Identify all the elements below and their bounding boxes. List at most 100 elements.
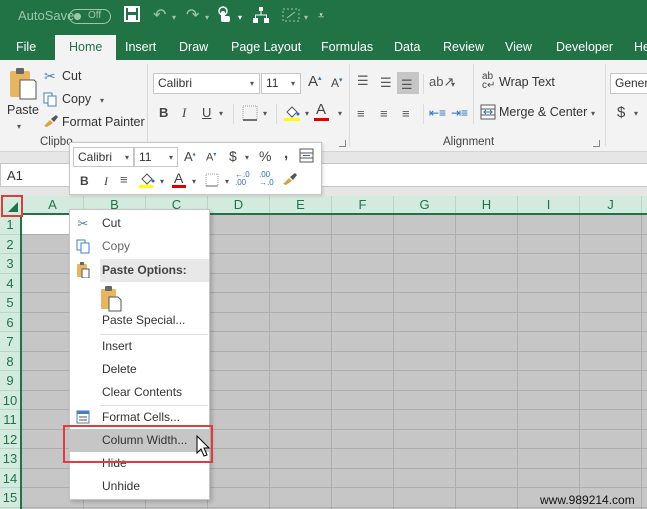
formula-input[interactable]: [300, 163, 647, 187]
wrap-text-button[interactable]: Wrap Text: [499, 75, 555, 89]
customize-qat-icon[interactable]: ⩡: [318, 10, 324, 23]
accounting-format-button[interactable]: $: [617, 104, 625, 121]
paste-button[interactable]: Paste: [7, 103, 39, 117]
save-icon[interactable]: [124, 6, 140, 25]
merge-dropdown-icon[interactable]: ▾: [591, 109, 595, 118]
column-header-e[interactable]: E: [270, 196, 332, 213]
bottom-align-button[interactable]: ☰: [397, 72, 419, 94]
mini-fill-color-icon[interactable]: [139, 171, 155, 191]
italic-button[interactable]: I: [182, 105, 186, 121]
number-format-select[interactable]: Genera: [610, 73, 647, 94]
menu-item-copy[interactable]: Copy: [70, 235, 209, 258]
decrease-indent-icon[interactable]: ⇤≡: [429, 106, 446, 120]
fill-color-icon[interactable]: [283, 103, 301, 124]
column-header-d[interactable]: D: [208, 196, 270, 213]
increase-indent-icon[interactable]: ⇥≡: [451, 106, 468, 120]
row-header-11[interactable]: 11: [0, 410, 20, 430]
format-painter-button[interactable]: Format Painter: [62, 115, 145, 129]
column-header-i[interactable]: I: [518, 196, 580, 213]
tab-help[interactable]: He: [634, 35, 647, 60]
redo-dropdown-icon[interactable]: ▾: [205, 13, 209, 22]
decrease-font-size-icon[interactable]: A▾: [331, 76, 343, 90]
align-right-icon[interactable]: ≡: [402, 106, 410, 121]
mini-bold-button[interactable]: B: [80, 174, 89, 188]
row-header-13[interactable]: 13: [0, 449, 20, 469]
font-color-icon[interactable]: A: [316, 101, 326, 118]
accounting-dropdown-icon[interactable]: ▾: [634, 109, 638, 118]
name-box[interactable]: A1: [0, 163, 70, 187]
mini-currency-dropdown-icon[interactable]: ▾: [245, 153, 249, 162]
tab-draw[interactable]: Draw: [179, 35, 208, 60]
redo-icon[interactable]: ↷: [186, 5, 199, 25]
align-center-icon[interactable]: ≡: [380, 106, 388, 121]
tab-data[interactable]: Data: [394, 35, 420, 60]
menu-item-insert[interactable]: Insert: [70, 335, 209, 358]
row-header-15[interactable]: 15: [0, 488, 20, 508]
menu-item-unhide[interactable]: Unhide: [70, 475, 209, 498]
row-header-6[interactable]: 6: [0, 313, 20, 332]
mini-currency-button[interactable]: $: [229, 148, 237, 164]
mini-increase-decimal-button[interactable]: ←.0 .00: [235, 171, 250, 187]
fill-color-dropdown-icon[interactable]: ▾: [305, 109, 309, 118]
org-chart-icon[interactable]: [253, 7, 269, 26]
mini-decrease-decimal-button[interactable]: .00 →.0: [259, 171, 274, 187]
touch-mode-icon[interactable]: [217, 6, 231, 27]
mini-increase-font-icon[interactable]: A▴: [184, 149, 196, 164]
mini-font-color-dropdown-icon[interactable]: ▾: [192, 177, 196, 186]
borders-dropdown-icon[interactable]: ▾: [263, 109, 267, 118]
tab-developer[interactable]: Developer: [556, 35, 613, 60]
row-header-9[interactable]: 9: [0, 371, 20, 391]
mini-font-color-icon[interactable]: A: [174, 170, 183, 186]
menu-item-cut[interactable]: ✂ Cut: [70, 212, 209, 235]
top-align-icon[interactable]: ☰: [357, 73, 369, 89]
row-header-8[interactable]: 8: [0, 352, 20, 371]
font-color-dropdown-icon[interactable]: ▾: [338, 109, 342, 118]
column-header-f[interactable]: F: [332, 196, 394, 213]
mini-borders-icon[interactable]: [205, 173, 219, 190]
row-header-7[interactable]: 7: [0, 332, 20, 352]
tab-insert[interactable]: Insert: [125, 35, 156, 60]
tab-file[interactable]: File: [16, 35, 36, 60]
font-name-select[interactable]: Calibri ▾: [153, 73, 260, 94]
row-header-4[interactable]: 4: [0, 274, 20, 293]
column-header-g[interactable]: G: [394, 196, 456, 213]
mini-italic-button[interactable]: I: [104, 174, 108, 189]
tab-review[interactable]: Review: [443, 35, 484, 60]
column-header-h[interactable]: H: [456, 196, 518, 213]
mini-percent-button[interactable]: %: [259, 148, 271, 164]
mini-format-painter-icon[interactable]: [282, 172, 298, 189]
cut-button[interactable]: Cut: [62, 69, 81, 83]
tab-page-layout[interactable]: Page Layout: [231, 35, 301, 60]
alignment-dialog-launcher-icon[interactable]: [593, 140, 600, 147]
row-header-2[interactable]: 2: [0, 235, 20, 254]
row-header-14[interactable]: 14: [0, 469, 20, 488]
row-header-12[interactable]: 12: [0, 430, 20, 449]
increase-font-size-icon[interactable]: A▴: [308, 73, 322, 90]
mini-decrease-font-icon[interactable]: A▾: [206, 151, 216, 164]
mini-format-table-icon[interactable]: [299, 148, 314, 166]
paste-icon[interactable]: [9, 66, 37, 103]
menu-item-delete[interactable]: Delete: [70, 358, 209, 381]
copy-dropdown-icon[interactable]: ▾: [100, 96, 104, 105]
paste-dropdown-icon[interactable]: ▾: [17, 122, 21, 131]
tab-view[interactable]: View: [505, 35, 532, 60]
touch-dropdown-icon[interactable]: ▾: [238, 13, 242, 22]
mini-font-size-select[interactable]: 11 ▾: [134, 147, 178, 167]
row-header-1[interactable]: 1: [0, 215, 20, 235]
tab-home[interactable]: Home: [55, 35, 117, 60]
selection-icon[interactable]: [282, 8, 300, 25]
underline-dropdown-icon[interactable]: ▾: [219, 109, 223, 118]
align-left-icon[interactable]: ≡: [357, 106, 365, 121]
mini-comma-button[interactable]: ,: [284, 145, 288, 162]
merge-center-button[interactable]: Merge & Center: [499, 105, 587, 119]
mini-font-name-select[interactable]: Calibri ▾: [73, 147, 134, 167]
row-header-3[interactable]: 3: [0, 254, 20, 274]
middle-align-icon[interactable]: ☰: [380, 75, 392, 91]
mini-fill-dropdown-icon[interactable]: ▾: [160, 177, 164, 186]
menu-item-clear-contents[interactable]: Clear Contents: [70, 381, 209, 404]
orientation-dropdown-icon[interactable]: ▾: [451, 80, 455, 89]
autosave-toggle[interactable]: Off: [69, 9, 111, 24]
row-header-5[interactable]: 5: [0, 293, 20, 313]
font-dialog-launcher-icon[interactable]: [339, 140, 346, 147]
bold-button[interactable]: B: [159, 105, 168, 120]
